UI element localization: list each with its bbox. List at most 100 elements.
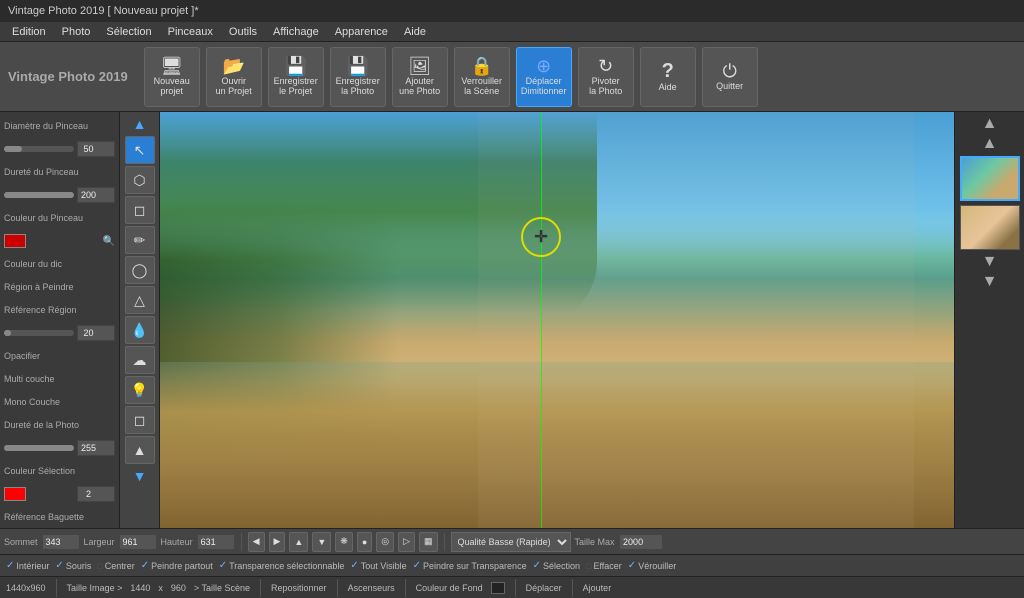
cb-transparence-sel[interactable]: ✓Transparence sélectionnable (219, 560, 345, 571)
cb-selection[interactable]: ✓Sélection (533, 560, 580, 571)
opacifier-label: Opacifier (4, 351, 40, 361)
palette-triangle[interactable]: △ (125, 286, 155, 314)
durete-photo-row: Dureté de la Photo (4, 415, 115, 435)
menu-apparence[interactable]: Apparence (327, 24, 396, 40)
menu-aide[interactable]: Aide (396, 24, 434, 40)
cb-souris[interactable]: ✓Souris (55, 560, 91, 571)
thumb-up-arrow[interactable]: ▲ (982, 116, 998, 132)
couleur-label: Couleur du Pinceau (4, 213, 83, 223)
nav-down[interactable]: ▼ (312, 532, 331, 552)
toolbar-verrouiller[interactable]: 🔒 Verrouillerla Scène (454, 47, 510, 107)
canvas-area[interactable]: ✛ (160, 112, 954, 528)
cb-peindre-transp[interactable]: ✓Peindre sur Transparence (413, 560, 527, 571)
palette-cloud[interactable]: ☁ (125, 346, 155, 374)
durete-photo-spinbox[interactable] (77, 440, 115, 456)
menu-photo[interactable]: Photo (54, 24, 99, 40)
quality-select[interactable]: Qualité Basse (Rapide) (451, 532, 571, 552)
palette-up-arrow[interactable]: ▲ (133, 116, 147, 132)
menu-edition[interactable]: Edition (4, 24, 54, 40)
eyedropper-icon[interactable]: 🔍 (103, 236, 115, 247)
toolbar-ouvrir[interactable]: 📂 Ouvrirun Projet (206, 47, 262, 107)
toolbar-enregistrer-photo[interactable]: 💾 Enregistrerla Photo (330, 47, 386, 107)
hauteur-input[interactable] (197, 534, 235, 550)
sommet-input[interactable] (42, 534, 80, 550)
nav-target[interactable]: ◎ (376, 532, 394, 552)
thumb-up-arrow2[interactable]: ▲ (982, 136, 998, 152)
cb-tout-visible[interactable]: ✓Tout Visible (350, 560, 406, 571)
toolbar-ajouter-photo[interactable]: 🖼 Ajouterune Photo (392, 47, 448, 107)
tool-palette: ▲ ↖ ⬡ ◻ ✏ ◯ △ 💧 ☁ 💡 ◻ ▲ ▼ (120, 112, 160, 528)
taille-max-input[interactable] (619, 534, 663, 550)
verrouiller-label: Verrouillerla Scène (461, 77, 502, 97)
move-cursor: ✛ (521, 217, 561, 257)
thumbnail-1-img (962, 158, 1018, 199)
status-divider-1 (56, 579, 57, 597)
left-panel: Diamètre du Pinceau Dureté du Pinceau Co… (0, 112, 120, 528)
cb-effacer[interactable]: □Effacer (586, 561, 622, 571)
palette-rect2[interactable]: ◻ (125, 406, 155, 434)
checkboxes-bar: ✓Intérieur ✓Souris □Centrer ✓Peindre par… (0, 554, 1024, 576)
menu-pinceaux[interactable]: Pinceaux (160, 24, 221, 40)
fond-color-box[interactable] (491, 582, 505, 594)
palette-brush[interactable]: ✏ (125, 226, 155, 254)
menu-selection[interactable]: Sélection (98, 24, 159, 40)
toolbar-quitter[interactable]: ⏻ Quitter (702, 47, 758, 107)
palette-shape1[interactable]: ⬡ (125, 166, 155, 194)
repositionner-label: Repositionner (271, 583, 327, 593)
person-overlay (478, 112, 915, 528)
toolbar-nouveau[interactable]: 🖥 Nouveauprojet (144, 47, 200, 107)
palette-rect[interactable]: ◻ (125, 196, 155, 224)
palette-circle[interactable]: ◯ (125, 256, 155, 284)
couleur-sel-label: Couleur Sélection (4, 466, 75, 476)
nav-center[interactable]: ❋ (335, 532, 353, 552)
toolbar-aide[interactable]: ? Aide (640, 47, 696, 107)
ascenseurs-label: Ascenseurs (348, 583, 395, 593)
nav-left[interactable]: ◀ (248, 532, 265, 552)
taille-image-label: Taille Image > (67, 583, 123, 593)
thumb-down-arrow[interactable]: ▼ (982, 254, 998, 270)
nav-up[interactable]: ▲ (289, 532, 308, 552)
thumbnail-2[interactable] (960, 205, 1020, 250)
menu-outils[interactable]: Outils (221, 24, 265, 40)
nav-right[interactable]: ▶ (269, 532, 286, 552)
ref-region-row: Référence Région (4, 300, 115, 320)
thumbnail-1[interactable] (960, 156, 1020, 201)
cb-peindre-partout[interactable]: ✓Peindre partout (141, 560, 213, 571)
nav-play[interactable]: ▷ (398, 532, 415, 552)
cb-interieur[interactable]: ✓Intérieur (6, 560, 49, 571)
nav-grid[interactable]: ▦ (419, 532, 438, 552)
couleur-sel-control (4, 484, 115, 504)
thumb-down-arrow2[interactable]: ▼ (982, 274, 998, 290)
ref-baguette-row: Référence Baguette (4, 507, 115, 527)
couleur-sel-spinbox[interactable] (77, 486, 115, 502)
couleur-swatch[interactable] (4, 234, 26, 248)
nav-circle[interactable]: ● (357, 532, 372, 552)
cb-verrouiller[interactable]: ✓Vérouiller (628, 560, 676, 571)
diametre-spinbox[interactable] (77, 141, 115, 157)
diametre-slider[interactable] (4, 146, 74, 152)
palette-down-arrow[interactable]: ▼ (133, 468, 147, 484)
palette-select[interactable]: ↖ (125, 136, 155, 164)
couleur-sel-swatch[interactable] (4, 487, 26, 501)
enregistrer-photo-icon: 💾 (346, 57, 368, 75)
region-spinbox[interactable] (77, 325, 115, 341)
durete-slider[interactable] (4, 192, 74, 198)
toolbar-deplacer[interactable]: ⊕ DéplacerDimitionner (516, 47, 572, 107)
toolbar-enregistrer-projet[interactable]: 💾 Enregistrerle Projet (268, 47, 324, 107)
ajouter-photo-label: Ajouterune Photo (399, 77, 440, 97)
mono-couche-row: Mono Couche (4, 392, 115, 412)
largeur-input[interactable] (119, 534, 157, 550)
durete-spinbox[interactable] (77, 187, 115, 203)
region-label: Région à Peindre (4, 282, 74, 292)
quitter-icon: ⏻ (723, 62, 737, 80)
toolbar-pivoter[interactable]: ↻ Pivoterla Photo (578, 47, 634, 107)
menu-affichage[interactable]: Affichage (265, 24, 327, 40)
palette-light[interactable]: 💡 (125, 376, 155, 404)
right-panel: ▲ ▲ ▼ ▼ (954, 112, 1024, 528)
palette-drop[interactable]: 💧 (125, 316, 155, 344)
status-divider-3 (337, 579, 338, 597)
durete-photo-slider[interactable] (4, 445, 74, 451)
region-slider[interactable] (4, 330, 74, 336)
cb-centrer[interactable]: □Centrer (97, 561, 134, 571)
palette-triangle2[interactable]: ▲ (125, 436, 155, 464)
